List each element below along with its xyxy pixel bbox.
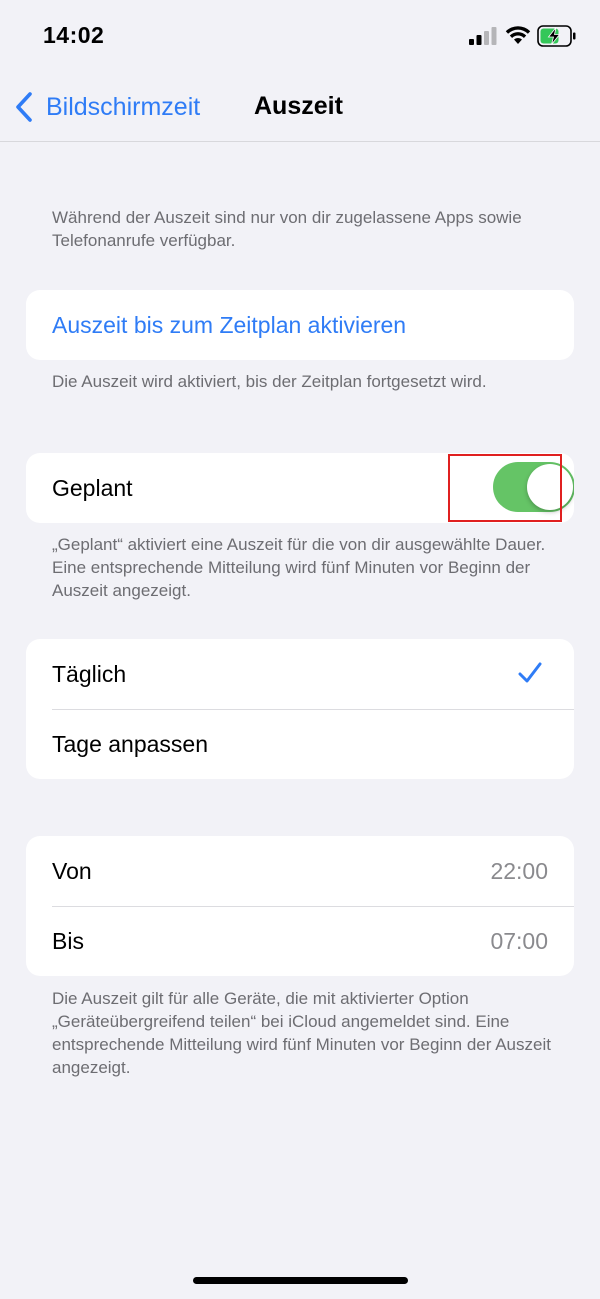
activate-until-schedule-label: Auszeit bis zum Zeitplan aktivieren	[52, 311, 407, 338]
status-time: 14:02	[43, 22, 105, 48]
frequency-option-custom-days[interactable]: Tage anpassen	[26, 709, 574, 779]
frequency-option-label: Täglich	[52, 660, 127, 687]
toggle-knob	[527, 464, 573, 510]
from-time-row[interactable]: Von 22:00	[26, 836, 574, 906]
to-label: Bis	[52, 927, 84, 954]
scheduled-toggle[interactable]	[493, 462, 574, 512]
to-time-row[interactable]: Bis 07:00	[26, 906, 574, 976]
scheduled-card: Geplant	[26, 453, 574, 523]
status-bar: 14:02	[0, 0, 600, 70]
scheduled-footer: „Geplant“ aktiviert eine Auszeit für die…	[52, 535, 546, 600]
intro-description: Während der Auszeit sind nur von dir zug…	[52, 208, 522, 250]
to-time-value: 07:00	[490, 927, 548, 954]
battery-charging-icon	[537, 25, 576, 47]
home-indicator[interactable]	[193, 1277, 408, 1284]
scheduled-row: Geplant	[26, 453, 574, 523]
scheduled-label: Geplant	[52, 474, 133, 501]
times-card: Von 22:00 Bis 07:00	[26, 836, 574, 976]
activate-until-schedule-button[interactable]: Auszeit bis zum Zeitplan aktivieren	[26, 290, 574, 360]
frequency-option-daily[interactable]: Täglich	[26, 639, 574, 709]
activate-card: Auszeit bis zum Zeitplan aktivieren	[26, 290, 574, 360]
page-title: Auszeit	[254, 92, 343, 120]
times-footer: Die Auszeit gilt für alle Geräte, die mi…	[52, 989, 551, 1077]
navigation-bar: Bildschirmzeit Auszeit	[0, 70, 600, 142]
cellular-signal-icon	[469, 27, 497, 45]
from-label: Von	[52, 857, 92, 884]
activate-footer: Die Auszeit wird aktiviert, bis der Zeit…	[52, 372, 487, 391]
screen: 14:02 Bildschirmzeit Auszeit Während der…	[0, 0, 600, 1299]
back-button[interactable]: Bildschirmzeit	[14, 90, 200, 124]
back-button-label: Bildschirmzeit	[46, 92, 201, 121]
frequency-card: Täglich Tage anpassen	[26, 639, 574, 779]
wifi-icon	[505, 26, 531, 44]
frequency-option-label: Tage anpassen	[52, 730, 209, 757]
chevron-left-icon	[16, 92, 32, 122]
from-time-value: 22:00	[490, 857, 548, 884]
checkmark-icon	[518, 662, 542, 683]
